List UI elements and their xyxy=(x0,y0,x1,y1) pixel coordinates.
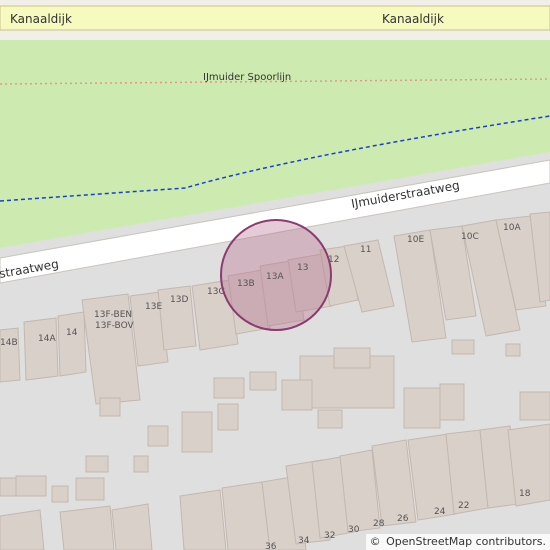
house-number: 13D xyxy=(170,295,188,305)
building xyxy=(59,505,115,550)
building xyxy=(451,339,475,355)
house-number: 10A xyxy=(503,223,521,233)
road-label-kanaaldijk-left: Kanaaldijk xyxy=(10,12,72,26)
house-number: 13B xyxy=(237,279,255,289)
openstreetmap-link[interactable]: OpenStreetMap contributors. xyxy=(386,535,546,548)
kanaaldijk-road xyxy=(0,5,550,31)
house-number: 14A xyxy=(38,334,56,344)
building xyxy=(15,475,47,497)
house-number: 10C xyxy=(461,232,479,242)
building xyxy=(249,371,277,391)
house-number: 22 xyxy=(458,501,469,511)
house-number: 13C xyxy=(207,287,225,297)
building xyxy=(99,397,121,417)
building xyxy=(181,411,213,453)
building xyxy=(57,311,87,377)
house-number: 11 xyxy=(360,245,371,255)
house-number: 32 xyxy=(324,531,335,541)
building xyxy=(403,387,441,429)
building xyxy=(0,327,21,383)
house-number: 26 xyxy=(397,514,409,524)
building xyxy=(281,379,313,411)
house-number: 13F-BEN xyxy=(94,310,132,320)
house-number: 24 xyxy=(434,507,446,517)
house-number: 28 xyxy=(373,519,385,529)
house-number: 13 xyxy=(297,263,308,273)
building xyxy=(85,455,109,473)
house-number: 14 xyxy=(66,328,78,338)
building xyxy=(439,383,465,421)
building xyxy=(213,377,245,399)
building xyxy=(179,489,227,550)
building xyxy=(75,477,105,501)
building xyxy=(23,317,59,381)
map-canvas[interactable]: Kanaaldijk Kanaaldijk IJmuider Spoorlijn… xyxy=(0,0,550,550)
road-label-kanaaldijk-right: Kanaaldijk xyxy=(382,12,444,26)
building xyxy=(111,503,153,550)
house-number: 13F-BOV xyxy=(95,321,134,331)
building xyxy=(317,409,343,429)
building xyxy=(0,477,17,497)
building xyxy=(333,347,371,369)
house-number: 13A xyxy=(266,272,284,282)
building xyxy=(133,455,149,473)
building xyxy=(51,485,69,503)
map-view[interactable]: Kanaaldijk Kanaaldijk IJmuider Spoorlijn… xyxy=(0,0,550,550)
house-number: 36 xyxy=(265,542,277,550)
house-number: 14B xyxy=(0,338,18,348)
building xyxy=(147,425,169,447)
building xyxy=(505,343,521,357)
house-number: 10E xyxy=(407,235,424,245)
house-number: 12 xyxy=(328,255,339,265)
attribution: © OpenStreetMap contributors. xyxy=(365,534,550,550)
house-number: 34 xyxy=(298,536,310,546)
building xyxy=(0,509,45,550)
house-number: 18 xyxy=(519,489,531,499)
house-number: 30 xyxy=(348,525,360,535)
house-number: 13E xyxy=(145,302,162,312)
railway-label: IJmuider Spoorlijn xyxy=(203,72,291,83)
building xyxy=(217,403,239,431)
building xyxy=(519,391,550,421)
copyright-symbol: © xyxy=(369,535,381,548)
